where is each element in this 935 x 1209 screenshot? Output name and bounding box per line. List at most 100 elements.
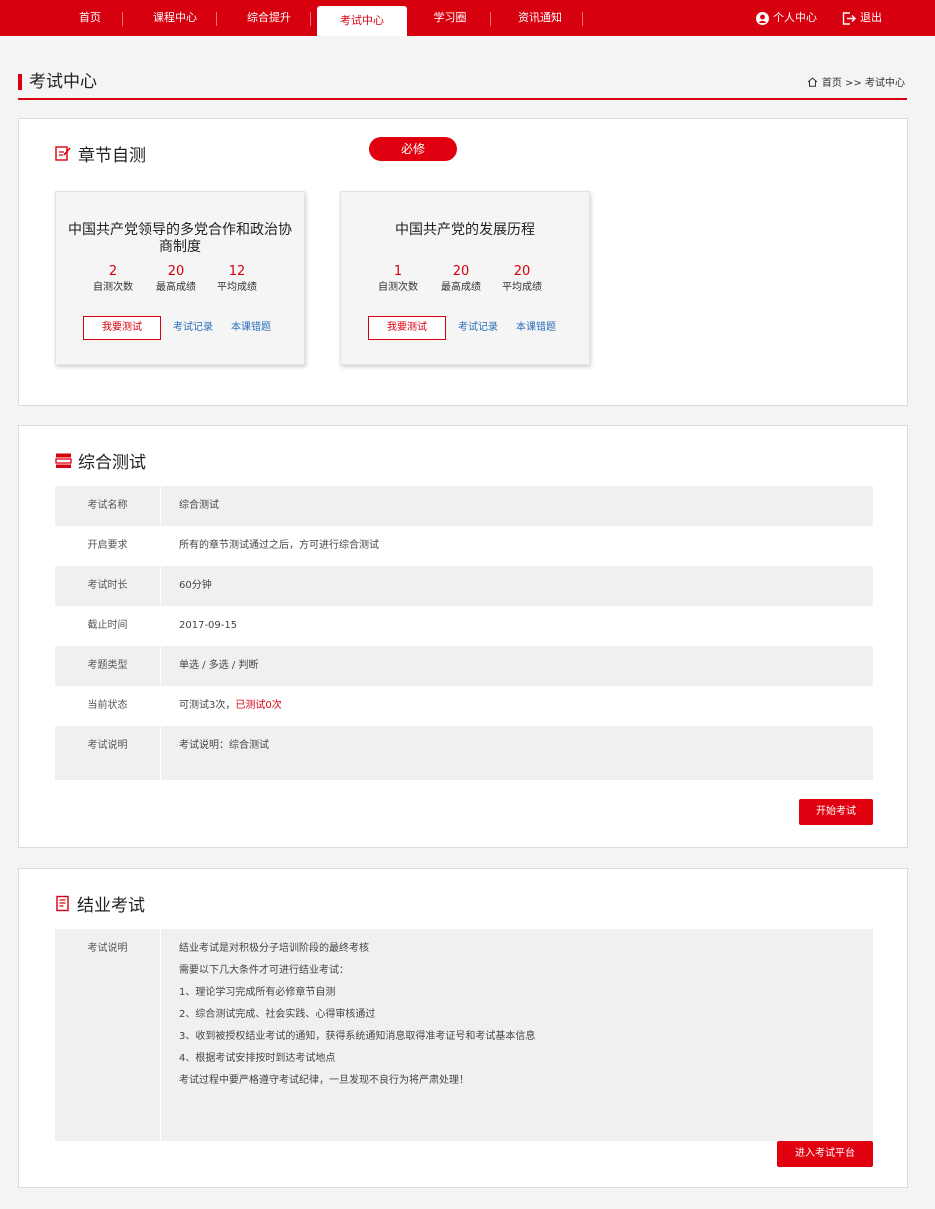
info-row-status: 当前状态 可测试3次，已测试0次: [55, 686, 873, 726]
chapter-test-heading: 章节自测: [55, 141, 146, 166]
start-exam-button[interactable]: 开始考试: [799, 799, 873, 825]
status-remaining: 可测试3次，: [179, 700, 236, 711]
self-test-count-label: 自测次数: [93, 282, 133, 293]
info-row-exam-name: 考试名称 综合测试: [55, 486, 873, 526]
self-test-count-label: 自测次数: [378, 282, 418, 293]
self-test-count: 1: [393, 264, 403, 279]
course-card: 中国共产党领导的多党合作和政治协商制度 2 自测次数 20 最高成绩 12 平均…: [55, 191, 305, 365]
logout-icon: [842, 11, 856, 25]
nav-separator: [216, 12, 217, 26]
description-line: 2、综合测试完成、社会实践、心得审核通过: [179, 1009, 376, 1020]
user-center-label: 个人中心: [773, 11, 817, 24]
nav-separator: [582, 12, 583, 26]
final-exam-info: 考试说明 结业考试是对积极分子培训阶段的最终考核 需要以下几大条件才可进行结业考…: [55, 929, 873, 1141]
info-value: 综合测试: [179, 500, 219, 511]
exam-record-link[interactable]: 考试记录: [173, 316, 213, 340]
comprehensive-test-heading: 综合测试: [55, 448, 146, 473]
enter-exam-platform-button[interactable]: 进入考试平台: [777, 1141, 873, 1167]
info-key: 考试说明: [87, 740, 128, 751]
nav-item-news[interactable]: 资讯通知: [500, 0, 580, 36]
info-key: 考试说明: [87, 943, 128, 954]
self-test-count-stat: 2 自测次数: [78, 264, 148, 296]
breadcrumb-text: 首页 >> 考试中心: [821, 78, 905, 89]
nav-separator: [122, 12, 123, 26]
description-line: 需要以下几大条件才可进行结业考试：: [179, 965, 349, 976]
user-center-link[interactable]: 个人中心: [756, 0, 817, 36]
take-test-button[interactable]: 我要测试: [83, 316, 161, 340]
info-row-description: 考试说明 考试说明：综合测试: [55, 726, 873, 780]
avg-score-label: 平均成绩: [217, 282, 257, 293]
avg-score-stat: 12 平均成绩: [202, 264, 272, 296]
self-test-count: 2: [108, 264, 118, 279]
info-value: 60分钟: [179, 580, 212, 591]
info-value: 所有的章节测试通过之后，方可进行综合测试: [179, 540, 379, 551]
info-value: 考试说明：综合测试: [179, 740, 269, 751]
course-name: 中国共产党领导的多党合作和政治协商制度: [68, 222, 292, 255]
description-line: 1、理论学习完成所有必修章节自测: [179, 987, 336, 998]
page-title: 考试中心: [29, 72, 97, 92]
document-icon: [56, 895, 69, 912]
description-line: 考试过程中要严格遵守考试纪律，一旦发现不良行为将严肃处理！: [179, 1075, 469, 1086]
take-test-button[interactable]: 我要测试: [368, 316, 446, 340]
server-list-icon: [55, 453, 72, 468]
page-header: 考试中心 首页 >> 考试中心: [18, 70, 907, 100]
chapter-test-panel: 章节自测 必修 中国共产党领导的多党合作和政治协商制度 2 自测次数 20 最高…: [18, 118, 908, 406]
title-accent-bar: [18, 74, 22, 90]
self-test-count-stat: 1 自测次数: [363, 264, 433, 296]
max-score-stat: 20 最高成绩: [426, 264, 496, 296]
final-exam-panel: 结业考试 考试说明 结业考试是对积极分子培训阶段的最终考核 需要以下几大条件才可…: [18, 868, 908, 1188]
nav-item-study-circle[interactable]: 学习圈: [420, 0, 480, 36]
nav-separator: [310, 12, 311, 26]
info-row-deadline: 截止时间 2017-09-15: [55, 606, 873, 646]
nav-item-improve[interactable]: 综合提升: [234, 0, 304, 36]
info-row-duration: 考试时长 60分钟: [55, 566, 873, 606]
max-score: 20: [452, 264, 470, 279]
table-column-divider: [160, 929, 161, 1141]
top-nav-bar: 首页 课程中心 综合提升 考试中心 学习圈 资讯通知 个人中心 退出: [0, 0, 935, 36]
course-mistakes-link[interactable]: 本课错题: [231, 316, 271, 340]
info-row-question-type: 考题类型 单选 / 多选 / 判断: [55, 646, 873, 686]
final-exam-title: 结业考试: [77, 896, 145, 916]
description-line: 4、根据考试安排按时到达考试地点: [179, 1053, 336, 1064]
info-value: 单选 / 多选 / 判断: [179, 660, 259, 671]
avg-score: 12: [228, 264, 246, 279]
edit-note-icon: [55, 146, 71, 161]
comprehensive-test-title: 综合测试: [78, 453, 146, 473]
info-key: 考试时长: [87, 580, 128, 591]
info-row-open-requirement: 开启要求 所有的章节测试通过之后，方可进行综合测试: [55, 526, 873, 566]
final-exam-heading: 结业考试: [55, 891, 145, 916]
avg-score-label: 平均成绩: [502, 282, 542, 293]
course-mistakes-link[interactable]: 本课错题: [516, 316, 556, 340]
logout-label: 退出: [860, 11, 882, 24]
max-score-label: 最高成绩: [441, 282, 481, 293]
table-column-divider: [160, 486, 161, 780]
description-line: 3、收到被授权结业考试的通知，获得系统通知消息取得准考证号和考试基本信息: [179, 1031, 536, 1042]
course-name: 中国共产党的发展历程: [395, 222, 535, 238]
logout-link[interactable]: 退出: [842, 0, 882, 36]
nav-item-home[interactable]: 首页: [62, 0, 118, 36]
info-key: 考题类型: [87, 660, 128, 671]
course-card: 中国共产党的发展历程 1 自测次数 20 最高成绩 20 平均成绩 我要测试 考…: [340, 191, 590, 365]
comprehensive-test-panel: 综合测试 考试名称 综合测试 开启要求 所有的章节测试通过之后，方可进行综合测试…: [18, 425, 908, 848]
description-line: 结业考试是对积极分子培训阶段的最终考核: [179, 943, 369, 954]
status-taken: 已测试0次: [235, 700, 282, 711]
info-key: 考试名称: [87, 500, 128, 511]
max-score-stat: 20 最高成绩: [141, 264, 211, 296]
info-value: 可测试3次，已测试0次: [179, 686, 282, 726]
exam-record-link[interactable]: 考试记录: [458, 316, 498, 340]
avg-score-stat: 20 平均成绩: [487, 264, 557, 296]
info-key: 开启要求: [87, 540, 128, 551]
info-key: 截止时间: [87, 620, 128, 631]
final-exam-description: 结业考试是对积极分子培训阶段的最终考核 需要以下几大条件才可进行结业考试： 1、…: [179, 938, 535, 1092]
avg-score: 20: [513, 264, 531, 279]
home-icon: [807, 76, 818, 87]
info-key: 当前状态: [87, 700, 128, 711]
max-score: 20: [167, 264, 185, 279]
chapter-test-title: 章节自测: [78, 146, 146, 166]
user-icon: [756, 11, 769, 25]
nav-item-courses[interactable]: 课程中心: [140, 0, 210, 36]
breadcrumb[interactable]: 首页 >> 考试中心: [807, 74, 905, 89]
nav-separator: [490, 12, 491, 26]
required-badge: 必修: [369, 137, 457, 161]
nav-item-exam-center[interactable]: 考试中心: [317, 6, 407, 36]
